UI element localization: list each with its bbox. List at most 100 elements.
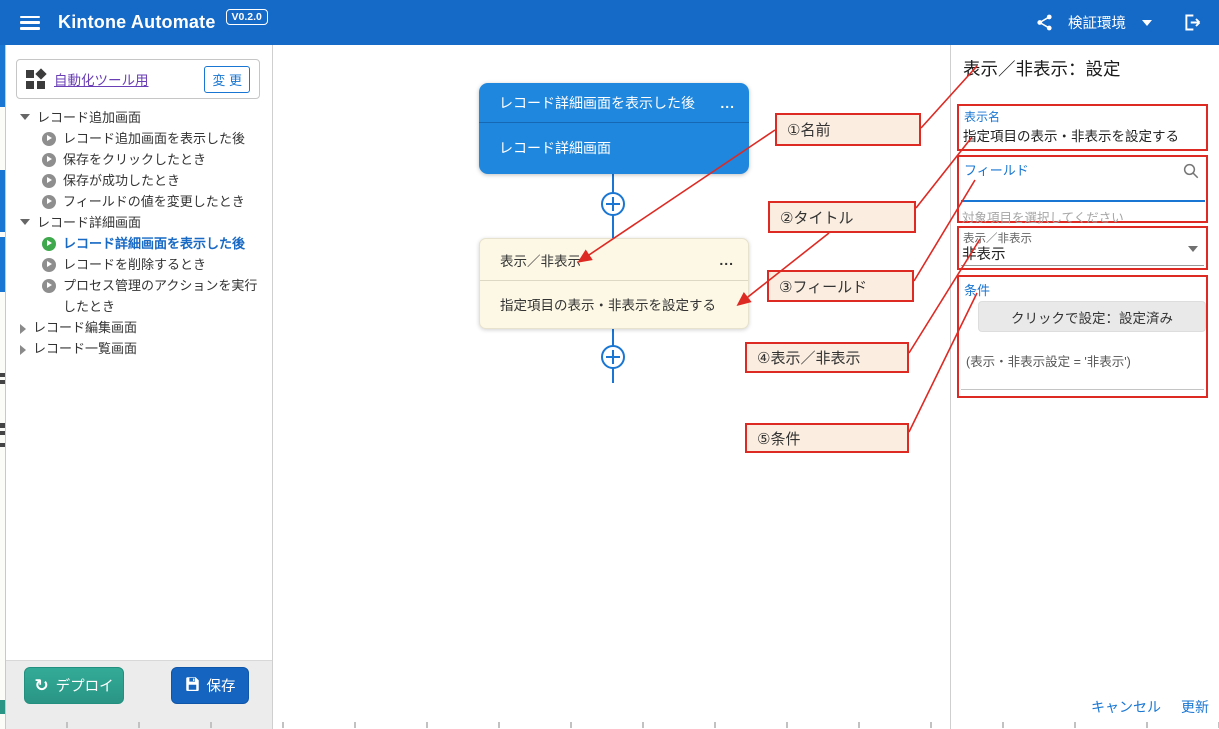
display-name-label: 表示名: [964, 108, 1000, 125]
ruler-tick: [1074, 722, 1076, 728]
environment-selector[interactable]: 検証環境: [1068, 12, 1126, 33]
trigger-node-title: レコード詳細画面を表示した後: [499, 93, 695, 113]
tree-item[interactable]: フィールドの値を変更したとき: [6, 191, 272, 212]
tree-item-label: レコード詳細画面を表示した後: [63, 233, 245, 254]
change-app-button[interactable]: 変 更: [204, 66, 250, 93]
update-button[interactable]: 更新: [1181, 697, 1209, 717]
save-button-label: 保存: [207, 675, 236, 696]
ruler-tick: [498, 722, 500, 728]
annotation-title: ②タイトル: [768, 201, 916, 233]
ruler-tick: [138, 722, 140, 728]
hamburger-menu-icon[interactable]: [20, 16, 40, 30]
top-app-bar: Kintone Automate V0.2.0 検証環境: [0, 0, 1219, 45]
ruler-tick: [930, 722, 932, 728]
tree-group[interactable]: レコード編集画面: [6, 317, 272, 338]
tree-item[interactable]: プロセス管理のアクションを実行したとき: [6, 275, 272, 317]
ruler-tick: [786, 722, 788, 728]
annotation-condition: ⑤条件: [745, 423, 909, 453]
select-underline: [961, 265, 1204, 266]
cancel-button[interactable]: キャンセル: [1091, 697, 1161, 717]
condition-setting-button[interactable]: クリックで設定：設定済み: [978, 301, 1206, 332]
tree-group[interactable]: レコード詳細画面: [6, 212, 272, 233]
logout-icon[interactable]: [1182, 12, 1203, 33]
tree-item[interactable]: 保存が成功したとき: [6, 170, 272, 191]
condition-label: 条件: [964, 280, 990, 299]
tree-group[interactable]: レコード追加画面: [6, 107, 272, 128]
save-button[interactable]: 保存: [171, 667, 249, 704]
share-icon[interactable]: [1035, 13, 1054, 32]
trigger-node[interactable]: レコード詳細画面を表示した後 ... レコード詳細画面: [479, 83, 749, 174]
visibility-value: 非表示: [962, 243, 1006, 264]
node-menu-icon[interactable]: ...: [719, 252, 734, 268]
play-icon: [42, 258, 56, 272]
action-node-title: 表示／非表示: [500, 250, 581, 270]
tree-group[interactable]: レコード一覧画面: [6, 338, 272, 359]
action-node[interactable]: 表示／非表示 ... 指定項目の表示・非表示を設定する: [479, 238, 749, 329]
deploy-button[interactable]: ↻ デプロイ: [24, 667, 124, 704]
ruler-tick: [858, 722, 860, 728]
minimap-strip: [0, 45, 6, 729]
caret-down-icon: [20, 219, 30, 225]
annotation-visibility: ④表示／非表示: [745, 342, 909, 373]
floppy-icon: [185, 676, 200, 695]
condition-underline: [961, 389, 1204, 390]
visibility-select[interactable]: 表示／非表示 非表示: [957, 226, 1208, 270]
ruler-tick: [714, 722, 716, 728]
field-selector: フィールド 対象項目を選択してください: [957, 155, 1208, 223]
caret-right-icon: [20, 345, 26, 355]
annotation-field: ③フィールド: [767, 270, 914, 302]
ruler-tick: [1146, 722, 1148, 728]
display-name-field: 表示名 指定項目の表示・非表示を設定する: [957, 104, 1208, 151]
bottom-ruler-ticks: [0, 721, 1219, 729]
play-icon: [42, 174, 56, 188]
version-badge: V0.2.0: [226, 9, 268, 25]
tree-item-label: 保存をクリックしたとき: [63, 149, 206, 170]
display-name-value[interactable]: 指定項目の表示・非表示を設定する: [963, 125, 1179, 145]
tree-item-label: プロセス管理のアクションを実行したとき: [63, 275, 266, 317]
refresh-icon: ↻: [34, 677, 48, 694]
app-link[interactable]: 自動化ツール用: [54, 69, 149, 89]
play-icon: [42, 132, 56, 146]
ruler-tick: [282, 722, 284, 728]
add-step-button[interactable]: [601, 345, 625, 369]
app-selector-box: 自動化ツール用 変 更: [16, 59, 260, 99]
condition-field: 条件 クリックで設定：設定済み (表示・非表示設定 = '非表示'): [957, 275, 1208, 398]
tree-item[interactable]: レコードを削除するとき: [6, 254, 272, 275]
chevron-down-icon[interactable]: [1142, 20, 1152, 26]
play-icon: [42, 279, 56, 293]
action-node-subtitle: 指定項目の表示・非表示を設定する: [500, 294, 716, 314]
caret-down-icon: [20, 114, 30, 120]
ruler-tick: [354, 722, 356, 728]
tree-item[interactable]: レコード追加画面を表示した後: [6, 128, 272, 149]
deploy-button-label: デプロイ: [56, 675, 114, 696]
tree-item-label: 保存が成功したとき: [63, 170, 180, 191]
play-icon: [42, 153, 56, 167]
tree-item-label: レコードを削除するとき: [63, 254, 206, 275]
node-menu-icon[interactable]: ...: [720, 95, 735, 111]
field-search-input[interactable]: [961, 177, 1205, 202]
annotation-name: ①名前: [775, 113, 921, 146]
ruler-tick: [642, 722, 644, 728]
ruler-tick: [66, 722, 68, 728]
ruler-tick: [1002, 722, 1004, 728]
add-step-button[interactable]: [601, 192, 625, 216]
tree-item[interactable]: 保存をクリックしたとき: [6, 149, 272, 170]
condition-expression: (表示・非表示設定 = '非表示'): [966, 351, 1131, 370]
app-title: Kintone Automate: [58, 12, 216, 33]
tree-group-label: レコード編集画面: [33, 317, 137, 338]
trigger-node-subtitle: レコード詳細画面: [499, 138, 611, 158]
ruler-tick: [570, 722, 572, 728]
caret-right-icon: [20, 324, 26, 334]
app-icon: [26, 70, 45, 89]
sidebar: 自動化ツール用 変 更 レコード追加画面 レコード追加画面を表示した後 保存をク…: [6, 45, 273, 729]
settings-panel: 表示／非表示：設定 表示名 指定項目の表示・非表示を設定する フィールド 対象項…: [950, 45, 1219, 729]
tree-item-label: フィールドの値を変更したとき: [63, 191, 245, 212]
tree-item-selected[interactable]: レコード詳細画面を表示した後: [6, 233, 272, 254]
play-icon: [42, 237, 56, 251]
panel-actions: キャンセル 更新: [1091, 697, 1209, 717]
field-helper-text: 対象項目を選択してください: [962, 207, 1124, 226]
event-tree: レコード追加画面 レコード追加画面を表示した後 保存をクリックしたとき 保存が成…: [6, 107, 272, 359]
play-icon: [42, 195, 56, 209]
chevron-down-icon[interactable]: [1188, 246, 1198, 252]
app-window: Kintone Automate V0.2.0 検証環境: [0, 0, 1219, 729]
